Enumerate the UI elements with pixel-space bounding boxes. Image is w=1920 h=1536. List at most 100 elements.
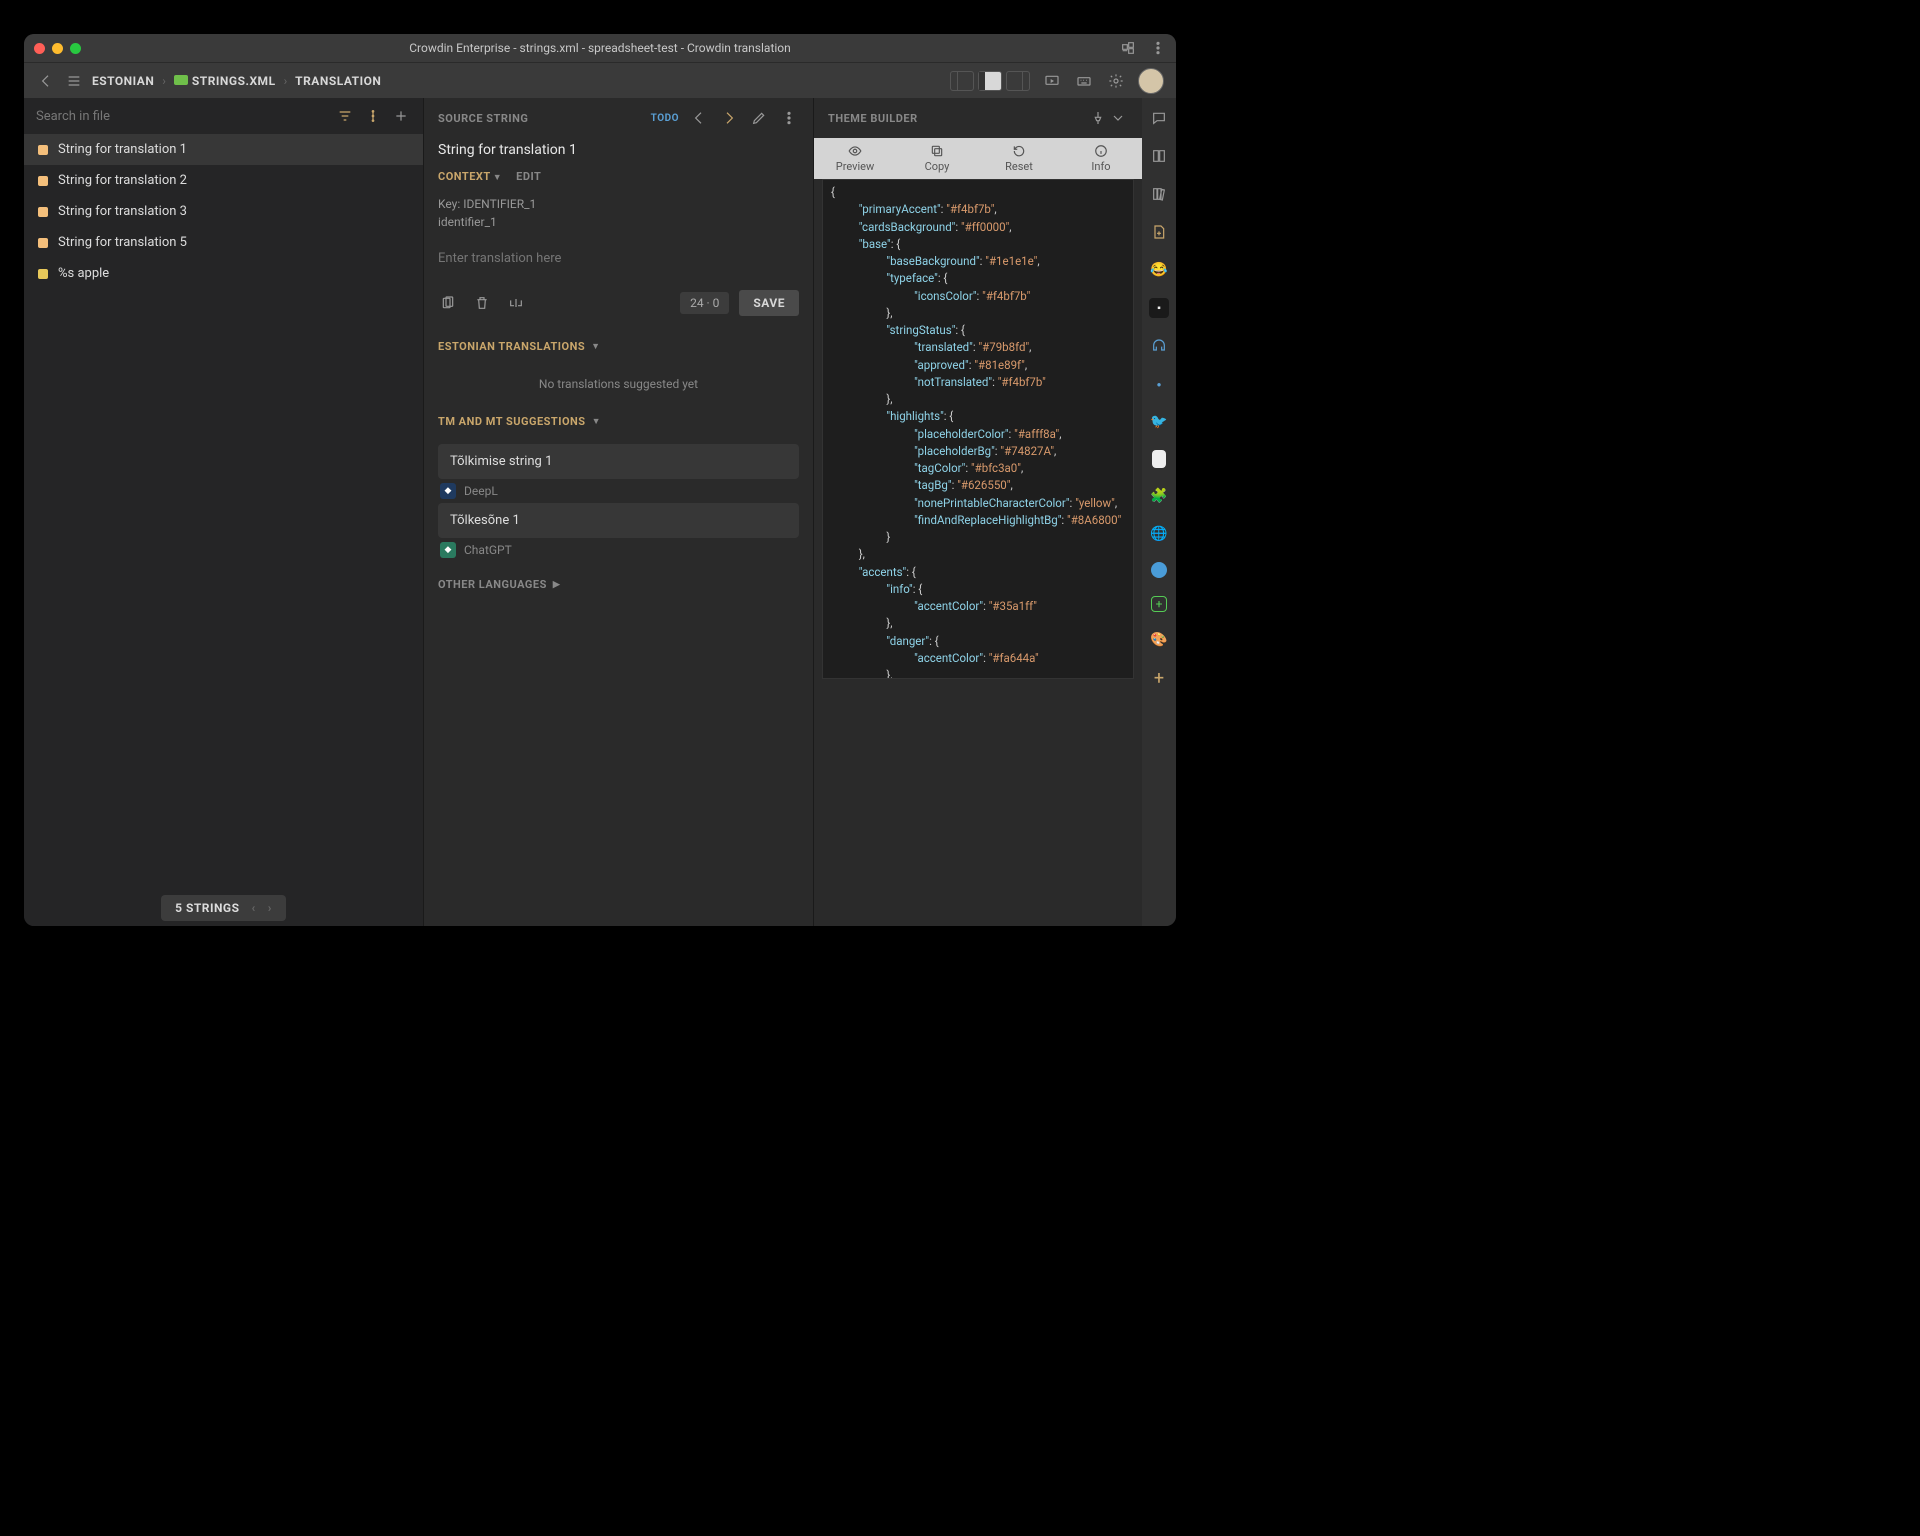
breadcrumb-language[interactable]: ESTONIAN [92, 74, 154, 88]
maximize-window-button[interactable] [70, 43, 81, 54]
layout-option-1[interactable] [950, 71, 974, 91]
context-text: Key: IDENTIFIER_1 identifier_1 [438, 195, 799, 231]
other-languages-header[interactable]: OTHER LANGUAGES▶ [438, 574, 799, 595]
string-label: %s apple [58, 266, 109, 281]
color-wheel-icon[interactable]: 🎨 [1149, 630, 1169, 650]
translation-input[interactable] [438, 243, 799, 274]
circle-blue-icon[interactable] [1151, 562, 1167, 578]
bird-icon[interactable]: 🐦 [1149, 412, 1169, 432]
headset-icon[interactable] [1149, 336, 1169, 356]
traffic-lights [34, 43, 81, 54]
source-string-label: SOURCE STRING [438, 112, 528, 125]
string-list: String for translation 1 String for trans… [24, 134, 423, 890]
context-label[interactable]: CONTEXT▼ [438, 170, 502, 183]
puzzle-icon[interactable]: 🧩 [1149, 486, 1169, 506]
dot-icon[interactable]: ● [1149, 374, 1169, 394]
file-plus-icon[interactable] [1149, 222, 1169, 242]
string-label: String for translation 2 [58, 173, 187, 188]
tab-copy[interactable]: Copy [896, 138, 978, 179]
close-window-button[interactable] [34, 43, 45, 54]
suggestion-item[interactable]: Tõlkimise string 1 [438, 444, 799, 479]
tab-reset[interactable]: Reset [978, 138, 1060, 179]
comments-icon[interactable] [1149, 108, 1169, 128]
pin-icon[interactable] [1088, 108, 1108, 128]
estonian-translations-header[interactable]: ESTONIAN TRANSLATIONS▼ [438, 336, 799, 357]
search-input[interactable] [36, 109, 327, 124]
back-icon[interactable] [36, 71, 56, 91]
terminal-icon[interactable]: ▪ [1149, 298, 1169, 318]
keyboard-icon[interactable] [1074, 71, 1094, 91]
status-square-icon [38, 238, 48, 248]
books-icon[interactable] [1149, 184, 1169, 204]
pencil-icon[interactable] [749, 108, 769, 128]
strings-panel: String for translation 1 String for trans… [24, 98, 424, 926]
app-window: Crowdin Enterprise - strings.xml - sprea… [24, 34, 1176, 926]
string-count-pill: 5 STRINGS ‹ › [161, 895, 286, 921]
status-square-icon [38, 269, 48, 279]
theme-builder-panel: THEME BUILDER Preview Copy Reset Info { … [814, 98, 1142, 926]
no-translations-text: No translations suggested yet [438, 369, 799, 399]
sort-icon[interactable] [363, 106, 383, 126]
menu-icon[interactable] [64, 71, 84, 91]
android-file-icon [174, 75, 188, 85]
string-label: String for translation 1 [58, 142, 187, 157]
list-item[interactable]: String for translation 5 [24, 227, 423, 258]
collapse-icon[interactable] [1108, 108, 1128, 128]
breadcrumb-section[interactable]: TRANSLATION [295, 74, 381, 88]
minimize-window-button[interactable] [52, 43, 63, 54]
avatar[interactable] [1138, 68, 1164, 94]
layout-option-2[interactable] [978, 71, 1002, 91]
edit-button[interactable]: EDIT [516, 170, 541, 183]
add-square-icon[interactable]: + [1151, 596, 1167, 612]
more-vert-icon[interactable] [779, 108, 799, 128]
char-count: 24 · 0 [680, 292, 729, 314]
suggestion-provider: ◆DeepL [438, 479, 799, 503]
list-item[interactable]: String for translation 3 [24, 196, 423, 227]
presentation-icon[interactable] [1042, 71, 1062, 91]
status-badge: TODO [651, 113, 679, 124]
book-icon[interactable] [1149, 146, 1169, 166]
status-square-icon [38, 145, 48, 155]
prev-page-icon[interactable]: ‹ [252, 901, 256, 915]
tab-preview[interactable]: Preview [814, 138, 896, 179]
side-rail: 😂 ▪ ● 🐦 🧩 🌐 + 🎨 + [1142, 98, 1176, 926]
breadcrumb-file[interactable]: STRINGS.XML [174, 74, 276, 88]
prev-string-icon[interactable] [689, 108, 709, 128]
tm-mt-header[interactable]: TM AND MT SUGGESTIONS▼ [438, 411, 799, 432]
add-tool-icon[interactable]: + [1149, 668, 1169, 688]
next-page-icon[interactable]: › [268, 901, 272, 915]
note-icon[interactable] [1152, 450, 1166, 468]
source-text: String for translation 1 [438, 142, 799, 158]
gear-icon[interactable] [1106, 71, 1126, 91]
layout-switcher [950, 71, 1030, 91]
editor-panel: SOURCE STRING TODO String for translatio… [424, 98, 814, 926]
window-title: Crowdin Enterprise - strings.xml - sprea… [24, 41, 1176, 55]
suggestion-item[interactable]: Tõlkesõne 1 [438, 503, 799, 538]
suggestion-provider: ◆ChatGPT [438, 538, 799, 562]
list-item[interactable]: String for translation 2 [24, 165, 423, 196]
globe-green-icon[interactable]: 🌐 [1149, 524, 1169, 544]
theme-builder-label: THEME BUILDER [828, 112, 918, 125]
list-item[interactable]: String for translation 1 [24, 134, 423, 165]
chevron-right-icon: › [162, 74, 166, 88]
layout-option-3[interactable] [1006, 71, 1030, 91]
theme-json-editor[interactable]: { "primaryAccent": "#f4bf7b", "cardsBack… [822, 179, 1134, 679]
status-square-icon [38, 176, 48, 186]
more-vert-icon[interactable] [1150, 40, 1166, 56]
extension-icon[interactable] [1120, 40, 1136, 56]
tab-info[interactable]: Info [1060, 138, 1142, 179]
string-label: String for translation 3 [58, 204, 187, 219]
theme-tabs: Preview Copy Reset Info [814, 138, 1142, 179]
list-item[interactable]: %s apple [24, 258, 423, 289]
save-button[interactable]: SAVE [739, 290, 799, 316]
next-string-icon[interactable] [719, 108, 739, 128]
filter-icon[interactable] [335, 106, 355, 126]
insert-tag-icon[interactable] [506, 293, 526, 313]
plus-icon[interactable] [391, 106, 411, 126]
emoji-icon[interactable]: 😂 [1149, 260, 1169, 280]
string-label: String for translation 5 [58, 235, 187, 250]
trash-icon[interactable] [472, 293, 492, 313]
provider-badge-icon: ◆ [440, 483, 456, 499]
breadcrumb: ESTONIAN › STRINGS.XML › TRANSLATION [24, 62, 1176, 98]
copy-source-icon[interactable] [438, 293, 458, 313]
